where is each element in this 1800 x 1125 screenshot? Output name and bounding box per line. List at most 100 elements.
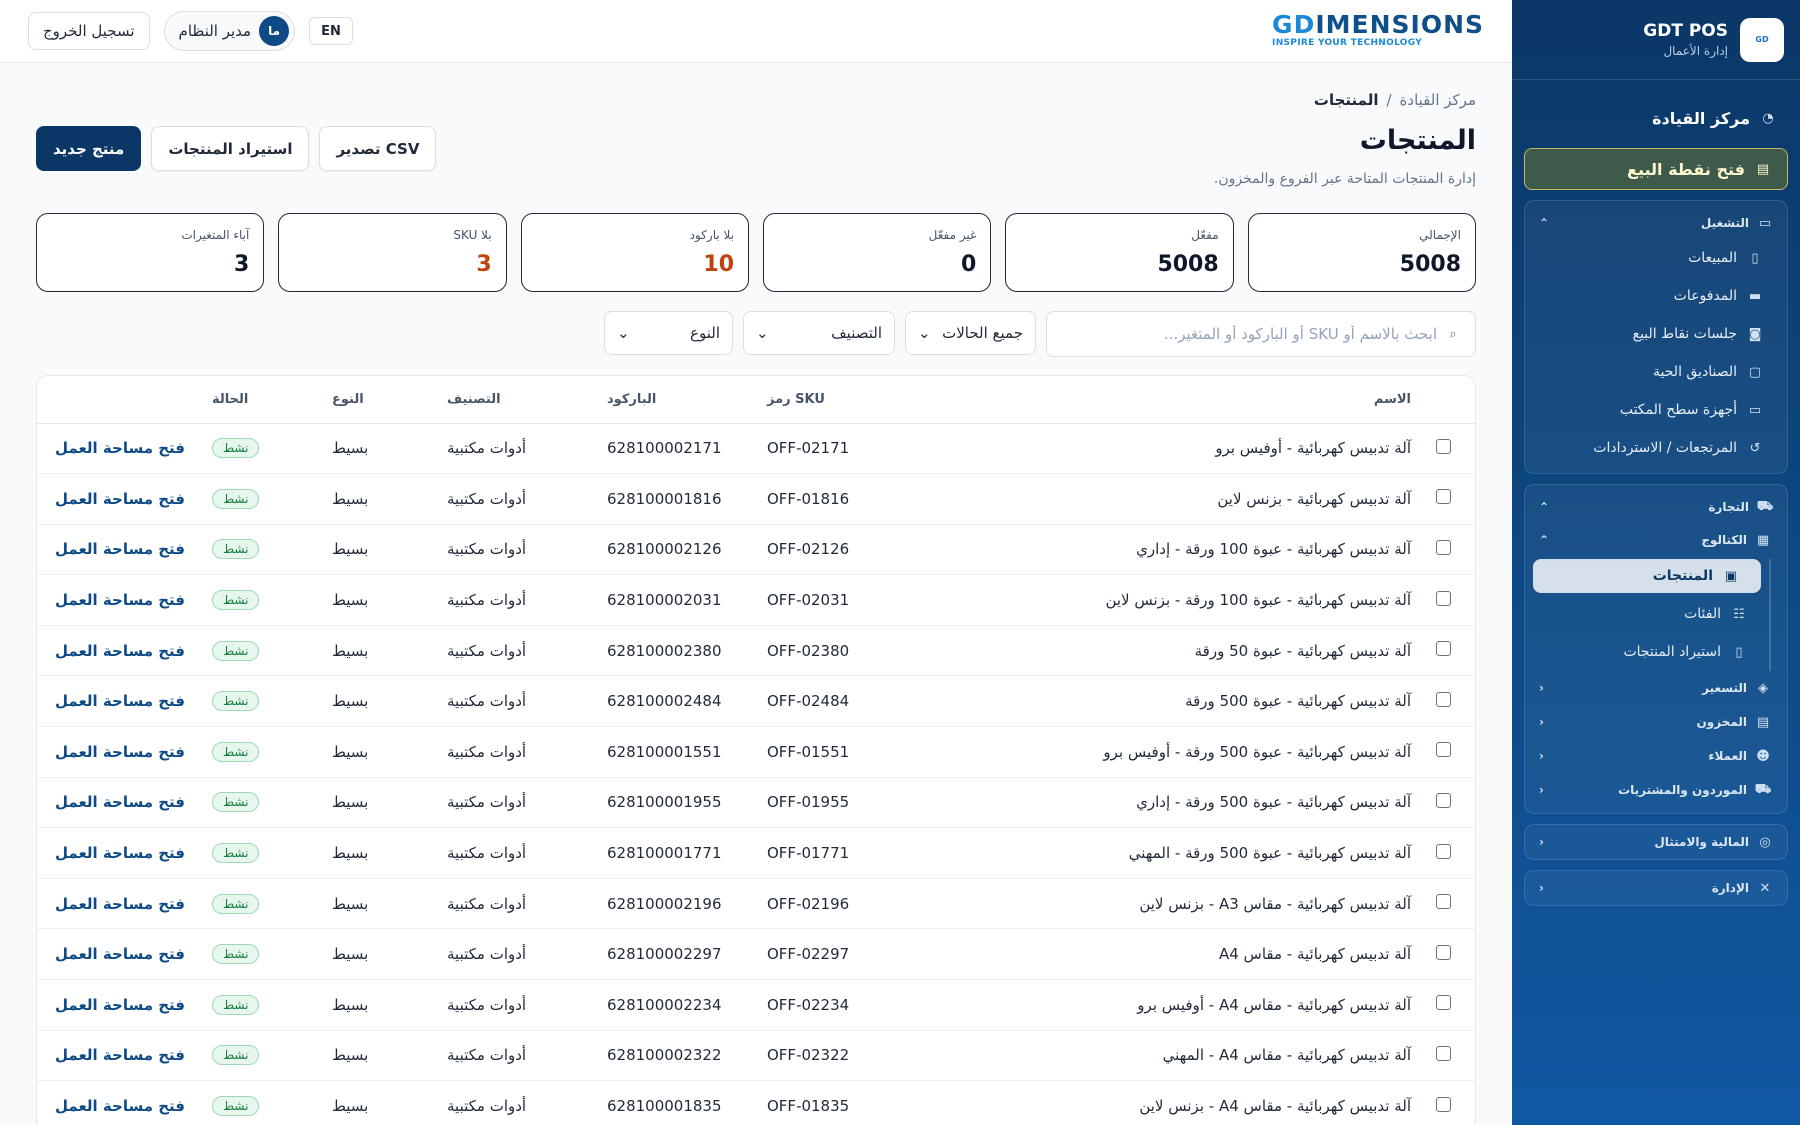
user-menu[interactable]: ما مدير النظام [163,11,296,51]
sidebar-group-finance[interactable]: ◎ المالية والامتثال ‹ [1524,824,1788,860]
cell-name[interactable]: آلة تدبيس كهربائية - أوفيس برو [917,423,1411,475]
header-barcode[interactable]: الباركود [607,376,767,424]
status-badge: نشط [212,944,260,965]
table-row[interactable]: آلة تدبيس كهربائية - أوفيس برو OFF-02171 6… [37,423,1475,475]
sidebar-item-dashboard[interactable]: ◔ مركز القيادة [1512,88,1800,148]
table-row[interactable]: آلة تدبيس كهربائية - بزنس لاين OFF-01816 6… [37,473,1475,525]
sidebar-item-live-drawers[interactable]: ▢ الصناديق الحية [1525,353,1787,391]
sidebar-subgroup-suppliers[interactable]: ⛟ الموردون والمشتريات ‹ [1525,773,1787,807]
cell-name[interactable]: آلة تدبيس كهربائية - مقاس A4 - بزنس لاين [917,1080,1411,1125]
open-workspace-link[interactable]: فتح مساحة العمل [55,490,185,508]
row-checkbox[interactable] [1435,641,1451,657]
export-csv-button[interactable]: تصدير CSV [319,126,437,171]
sidebar-item-import-products[interactable]: ▯ استيراد المنتجات [1533,633,1769,671]
table-row[interactable]: آلة تدبيس كهربائية - عبوة 500 ورقة - الم… [37,827,1475,879]
sidebar-item-products[interactable]: ▣ المنتجات [1533,559,1761,593]
sidebar-group-admin[interactable]: ✕ الإدارة ‹ [1524,870,1788,906]
table-row[interactable]: آلة تدبيس كهربائية - عبوة 100 ورقة - إدا… [37,524,1475,576]
cell-name[interactable]: آلة تدبيس كهربائية - بزنس لاين [917,473,1411,525]
table-row[interactable]: آلة تدبيس كهربائية - عبوة 500 ورقة - أوف… [37,726,1475,778]
sidebar-subgroup-catalog[interactable]: ▦ الكتالوج ⌃ [1525,523,1787,557]
table-row[interactable]: آلة تدبيس كهربائية - عبوة 500 ورقة OFF-02… [37,675,1475,728]
status-badge: نشط [212,994,260,1015]
sidebar-subgroup-customers[interactable]: ☻ العملاء ‹ [1525,739,1787,773]
search-input[interactable] [1061,325,1437,343]
sidebar-item-pos-sessions[interactable]: ◙ جلسات نقاط البيع [1525,315,1787,353]
cell-name[interactable]: آلة تدبيس كهربائية - عبوة 500 ورقة - أوف… [917,726,1411,778]
sidebar-group-operations-toggle[interactable]: ▭ التشغيل ⌃ [1525,207,1787,239]
table-row[interactable]: آلة تدبيس كهربائية - عبوة 100 ورقة - بزن… [37,574,1475,626]
table-row[interactable]: آلة تدبيس كهربائية - عبوة 500 ورقة - إدا… [37,777,1475,829]
open-workspace-link[interactable]: فتح مساحة العمل [55,945,185,963]
cell-sku: OFF-02171 [767,423,917,475]
new-product-button[interactable]: منتج جديد [36,126,142,171]
row-select-cell [1411,1080,1475,1125]
cell-name[interactable]: آلة تدبيس كهربائية - مقاس A4 - أوفيس برو [917,979,1411,1031]
breadcrumb-root[interactable]: مركز القيادة [1400,91,1476,109]
open-workspace-link[interactable]: فتح مساحة العمل [55,692,185,710]
status-filter-select[interactable]: جميع الحالات ⌄ [905,311,1036,355]
header-type[interactable]: النوع [332,376,447,424]
row-checkbox[interactable] [1435,438,1451,454]
cell-name[interactable]: آلة تدبيس كهربائية - عبوة 100 ورقة - بزن… [917,574,1411,626]
sidebar-group-commerce-toggle[interactable]: ⛟ التجارة ⌃ [1525,491,1787,523]
header-status[interactable]: الحالة [212,376,332,424]
cell-barcode: 628100002171 [607,423,767,475]
sidebar-item-payments[interactable]: ▬ المدفوعات [1525,277,1787,315]
header-category[interactable]: التصنيف [447,376,607,424]
row-checkbox[interactable] [1435,742,1451,758]
row-checkbox[interactable] [1435,691,1451,707]
category-filter-select[interactable]: التصنيف ⌄ [743,311,895,355]
open-workspace-link[interactable]: فتح مساحة العمل [55,591,185,609]
header-name[interactable]: الاسم [917,376,1411,424]
open-workspace-link[interactable]: فتح مساحة العمل [55,439,185,457]
row-checkbox[interactable] [1435,843,1451,859]
row-checkbox[interactable] [1435,944,1451,960]
open-pos-button[interactable]: ▤ فتح نقطة البيع [1524,148,1788,190]
sidebar-item-desktops[interactable]: ▭ أجهزة سطح المكتب [1525,391,1787,429]
open-workspace-link[interactable]: فتح مساحة العمل [55,642,185,660]
cell-name[interactable]: آلة تدبيس كهربائية - عبوة 500 ورقة - إدا… [917,777,1411,829]
sidebar-item-categories[interactable]: ☷ الفئات [1533,595,1769,633]
cell-name[interactable]: آلة تدبيس كهربائية - عبوة 500 ورقة [917,675,1411,728]
row-checkbox[interactable] [1435,894,1451,910]
header-sku[interactable]: رمز SKU [767,376,917,424]
open-workspace-link[interactable]: فتح مساحة العمل [55,996,185,1014]
table-row[interactable]: آلة تدبيس كهربائية - مقاس A4 - أوفيس برو… [37,979,1475,1031]
language-toggle[interactable]: EN [309,17,353,45]
cell-name[interactable]: آلة تدبيس كهربائية - عبوة 500 ورقة - الم… [917,827,1411,879]
table-row[interactable]: آلة تدبيس كهربائية - مقاس A4 OFF-02297 628… [37,928,1475,981]
row-checkbox[interactable] [1435,489,1451,505]
import-products-button[interactable]: استيراد المنتجات [151,126,310,171]
row-checkbox[interactable] [1435,539,1451,555]
open-workspace-link[interactable]: فتح مساحة العمل [55,1097,185,1115]
table-row[interactable]: آلة تدبيس كهربائية - مقاس A3 - بزنس لاين… [37,878,1475,930]
table-row[interactable]: آلة تدبيس كهربائية - عبوة 50 ورقة OFF-023… [37,625,1475,677]
row-checkbox[interactable] [1435,590,1451,606]
cell-name[interactable]: آلة تدبيس كهربائية - عبوة 100 ورقة - إدا… [917,524,1411,576]
open-workspace-link[interactable]: فتح مساحة العمل [55,1046,185,1064]
open-workspace-link[interactable]: فتح مساحة العمل [55,540,185,558]
cell-name[interactable]: آلة تدبيس كهربائية - مقاس A4 [917,928,1411,981]
sidebar-item-sales[interactable]: ▯ المبيعات [1525,239,1787,277]
open-workspace-link[interactable]: فتح مساحة العمل [55,743,185,761]
logout-button[interactable]: تسجيل الخروج [28,12,150,50]
cell-name[interactable]: آلة تدبيس كهربائية - عبوة 50 ورقة [917,625,1411,677]
open-workspace-link[interactable]: فتح مساحة العمل [55,844,185,862]
row-checkbox[interactable] [1435,995,1451,1011]
table-row[interactable]: آلة تدبيس كهربائية - مقاس A4 - بزنس لاين… [37,1080,1475,1125]
sidebar-item-returns[interactable]: ↺ المرتجعات / الاستردادات [1525,429,1787,467]
cell-name[interactable]: آلة تدبيس كهربائية - مقاس A4 - المهني [917,1030,1411,1082]
cell-name[interactable]: آلة تدبيس كهربائية - مقاس A3 - بزنس لاين [917,878,1411,930]
table-row[interactable]: آلة تدبيس كهربائية - مقاس A4 - المهني OFF… [37,1030,1475,1082]
open-workspace-link[interactable]: فتح مساحة العمل [55,793,185,811]
row-checkbox[interactable] [1435,792,1451,808]
open-workspace-link[interactable]: فتح مساحة العمل [55,895,185,913]
sidebar-subgroup-inventory[interactable]: ▤ المخزون ‹ [1525,705,1787,739]
type-filter-select[interactable]: النوع ⌄ [604,311,733,355]
row-checkbox[interactable] [1435,1045,1451,1061]
sidebar-subgroup-pricing[interactable]: ◈ التسعير ‹ [1525,671,1787,705]
company-logo: GDIMENSIONS INSPIRE YOUR TECHNOLOGY [1272,12,1484,49]
row-checkbox[interactable] [1435,1096,1451,1112]
cell-type: بسيط [332,878,447,930]
